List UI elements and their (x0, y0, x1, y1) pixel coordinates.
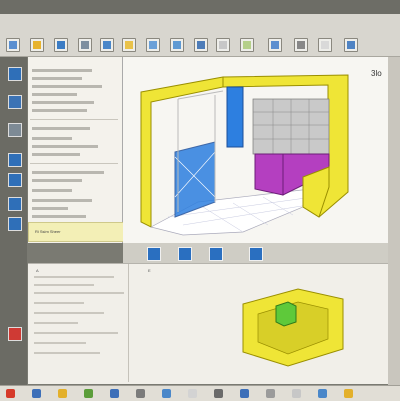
taskbar-icon-11[interactable] (266, 389, 275, 398)
ribbon-button-4[interactable] (78, 38, 92, 52)
preview-green-block (275, 301, 297, 327)
tool-button-6[interactable] (8, 197, 22, 211)
view-button-3[interactable] (209, 247, 223, 261)
properties-panel (28, 57, 123, 243)
view-toolbar (123, 243, 388, 263)
preview-model[interactable] (228, 274, 368, 374)
taskbar-icon-12[interactable] (292, 389, 301, 398)
tool-button-5[interactable] (8, 173, 22, 187)
ribbon-button-10[interactable] (216, 38, 230, 52)
ribbon-button-11[interactable] (240, 38, 254, 52)
detail-panel: A E (28, 263, 388, 384)
note-text: Ri Ssim Sheer (35, 229, 61, 234)
ribbon-toolbar (0, 14, 400, 57)
taskbar-icon-10[interactable] (240, 389, 249, 398)
room-model[interactable] (123, 57, 388, 247)
detail-title: E (148, 268, 151, 273)
3d-viewport[interactable]: 3lo (123, 57, 388, 247)
taskbar-icon-3[interactable] (58, 389, 67, 398)
ribbon-button-8[interactable] (170, 38, 184, 52)
tool-button-3[interactable] (8, 123, 22, 137)
view-button-2[interactable] (178, 247, 192, 261)
taskbar-icon-5[interactable] (110, 389, 119, 398)
view-button-1[interactable] (147, 247, 161, 261)
title-bar (0, 0, 400, 14)
taskbar-icon-7[interactable] (162, 389, 171, 398)
taskbar-icon-8[interactable] (188, 389, 197, 398)
ribbon-button-7[interactable] (146, 38, 160, 52)
taskbar-icon-1[interactable] (6, 389, 15, 398)
ribbon-button-3[interactable] (54, 38, 68, 52)
taskbar-icon-2[interactable] (32, 389, 41, 398)
taskbar-icon-4[interactable] (84, 389, 93, 398)
detail-header: A (36, 268, 39, 273)
ribbon-button-2[interactable] (30, 38, 44, 52)
ribbon-button-12[interactable] (268, 38, 282, 52)
tool-button-7[interactable] (8, 217, 22, 231)
note-box: Ri Ssim Sheer (28, 222, 124, 242)
tool-button-8[interactable] (8, 327, 22, 341)
ribbon-button-5[interactable] (100, 38, 114, 52)
tool-button-4[interactable] (8, 153, 22, 167)
ribbon-button-9[interactable] (194, 38, 208, 52)
taskbar-icon-9[interactable] (214, 389, 223, 398)
taskbar-icon-13[interactable] (318, 389, 327, 398)
ribbon-button-14[interactable] (318, 38, 332, 52)
purple-panel-left (254, 153, 284, 196)
taskbar (0, 385, 400, 401)
tool-button-1[interactable] (8, 67, 22, 81)
blue-column (226, 86, 244, 148)
taskbar-icon-14[interactable] (344, 389, 353, 398)
ribbon-button-1[interactable] (6, 38, 20, 52)
ribbon-button-6[interactable] (122, 38, 136, 52)
tool-button-2[interactable] (8, 95, 22, 109)
right-scroll-area[interactable] (388, 57, 400, 387)
ribbon-button-15[interactable] (344, 38, 358, 52)
left-toolstrip (0, 57, 27, 387)
taskbar-icon-6[interactable] (136, 389, 145, 398)
ribbon-button-13[interactable] (294, 38, 308, 52)
view-button-4[interactable] (249, 247, 263, 261)
